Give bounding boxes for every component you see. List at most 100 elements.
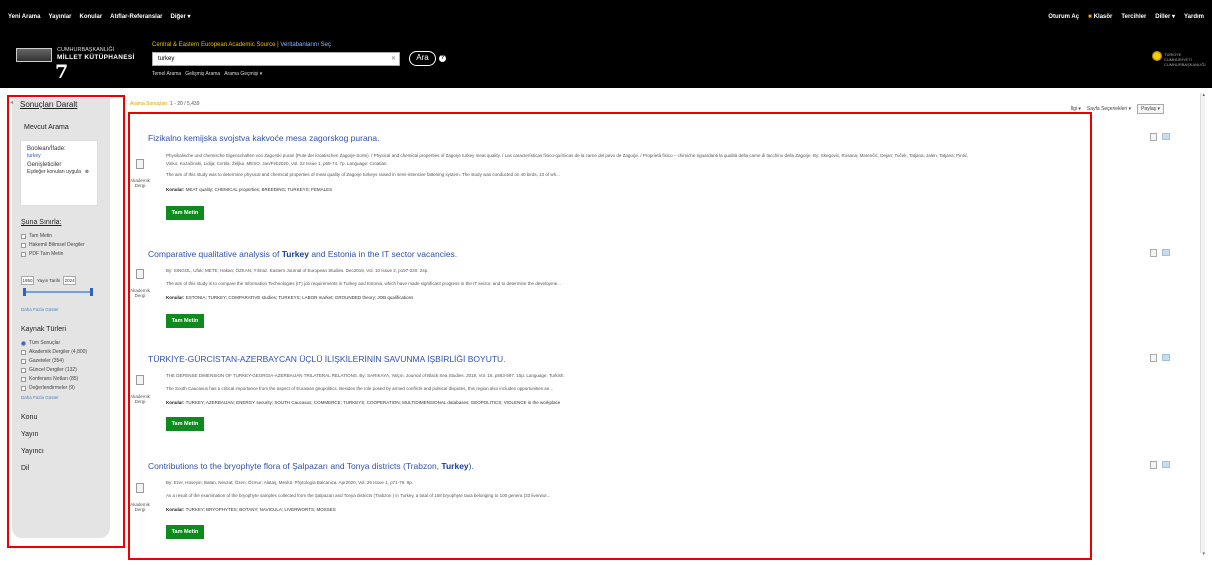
scroll-down-icon[interactable]: ▾	[1202, 551, 1205, 557]
logo-line2: MİLLET KÜTÜPHANESİ	[57, 54, 135, 61]
document-icon[interactable]	[136, 159, 144, 169]
full-text-button[interactable]: Tam Metin	[166, 417, 204, 431]
search-row: turkey ✕ Ara ?	[152, 51, 446, 66]
result-abstract: As a result of the examination of the br…	[166, 493, 551, 498]
logo-text: CUMHURBAŞKANLIĞI MİLLET KÜTÜPHANESİ	[57, 47, 135, 62]
result-action-icons	[1150, 133, 1170, 141]
result-title-link[interactable]: TÜRKİYE-GÜRCİSTAN-AZERBAYCAN ÜÇLÜ İLİŞKİ…	[148, 354, 506, 364]
presidency-seal-icon	[1152, 51, 1162, 61]
result-subjects-text: MEAT quality; CHEMICAL properties; BREED…	[185, 187, 333, 192]
seal-text: TÜRKİYE CUMHURİYETİ CUMHURBAŞKANLIĞI	[1164, 52, 1206, 67]
nav-citations[interactable]: Atıflar-Referanslar	[110, 14, 162, 20]
sort-relevance-menu[interactable]: İlgi ▾	[1071, 106, 1081, 112]
document-icon[interactable]	[136, 483, 144, 493]
result-action-icons	[1150, 354, 1170, 362]
result-subjects-text: ESTONIA; TURKEY; COMPARATIVE studies; TU…	[185, 295, 414, 300]
results-label: Arama Sonuçları:	[130, 101, 169, 107]
result-subjects-text: TURKEY; AZERBAIJAN; ENERGY security; SOU…	[185, 400, 561, 405]
scroll-up-icon[interactable]: ▴	[1202, 92, 1205, 98]
doc-type-label: Akademik Dergi	[130, 502, 150, 512]
result-title-link[interactable]: Fizikalno kemijska svojstva kakvoće mesa…	[148, 133, 380, 143]
clear-icon[interactable]: ✕	[391, 55, 396, 62]
title-part: and Estonia in the IT sector vacancies.	[308, 249, 458, 259]
basic-search-link[interactable]: Temel Arama	[152, 71, 181, 77]
search-button[interactable]: Ara	[409, 51, 436, 66]
search-input[interactable]: turkey ✕	[152, 51, 400, 66]
nav-subjects[interactable]: Konular	[79, 14, 102, 20]
result-meta: Physikalische und chemische Eigenschafte…	[166, 153, 969, 158]
search-input-value: turkey	[158, 55, 175, 62]
result-action-icons	[1150, 249, 1170, 257]
search-mode-links: Temel Arama Gelişmiş Arama Arama Geçmişi…	[152, 71, 446, 77]
result-abstract: The aim of this study was to determine p…	[166, 172, 560, 177]
title-highlight: Turkey	[281, 249, 309, 259]
document-icon[interactable]	[136, 375, 144, 385]
preferences-link[interactable]: Tercihler	[1121, 14, 1146, 20]
choose-databases-link[interactable]: Veritabanlarını Seç	[280, 42, 331, 48]
annotation-label-6: 6	[931, 59, 945, 81]
help-icon[interactable]: ?	[439, 55, 446, 62]
result-subjects: Konular: ESTONIA; TURKEY; COMPARATIVE st…	[166, 295, 414, 300]
top-navigation-bar: Yeni Arama Yayınlar Konular Atıflar-Refe…	[0, 0, 1212, 33]
result-action-icons	[1150, 461, 1170, 469]
result-abstract: The South Caucasus has a critical import…	[166, 386, 553, 391]
help-link[interactable]: Yardım	[1184, 14, 1204, 20]
nav-new-search[interactable]: Yeni Arama	[8, 14, 40, 20]
result-meta: THE DEFENSE DIMENSION OF TURKEY-GEORGIA-…	[166, 373, 565, 378]
full-text-button[interactable]: Tam Metin	[166, 314, 204, 328]
top-nav-left: Yeni Arama Yayınlar Konular Atıflar-Refe…	[8, 13, 191, 21]
search-area: Central & Eastern European Academic Sour…	[152, 42, 446, 77]
languages-menu[interactable]: Diller ▾	[1155, 13, 1175, 20]
result-meta: Vinko; Kozačinski, Lidija; Cvrtila, Želj…	[166, 161, 388, 166]
document-icon[interactable]	[136, 269, 144, 279]
result-title-link[interactable]: Comparative qualitative analysis of Turk…	[148, 249, 457, 259]
folder-link[interactable]: ■ Klasör	[1088, 14, 1112, 20]
doc-type-label: Akademik Dergi	[130, 394, 150, 404]
results-range: 1 - 20 / 5,439	[170, 101, 200, 107]
title-part: ).	[468, 461, 474, 471]
preview-icon[interactable]	[1150, 354, 1157, 362]
logo-line1: CUMHURBAŞKANLIĞI	[57, 47, 115, 53]
nav-more[interactable]: Diğer ▾	[171, 13, 191, 20]
preview-icon[interactable]	[1150, 249, 1157, 257]
add-to-folder-icon[interactable]	[1162, 461, 1170, 468]
full-text-button[interactable]: Tam Metin	[166, 206, 204, 220]
preview-icon[interactable]	[1150, 461, 1157, 469]
title-part: Comparative qualitative analysis of	[148, 249, 282, 259]
preview-icon[interactable]	[1150, 133, 1157, 141]
add-to-folder-icon[interactable]	[1162, 133, 1170, 140]
add-to-folder-icon[interactable]	[1162, 249, 1170, 256]
database-name: Central & Eastern European Academic Sour…	[152, 42, 276, 48]
top-nav-right: Oturum Aç ■ Klasör Tercihler Diller ▾ Yar…	[1048, 13, 1204, 21]
result-subjects-text: TURKEY; BRYOPHYTES; BOTANY; NAVICULA; LI…	[185, 507, 336, 512]
page-options-menu[interactable]: Sayfa Seçenekleri ▾	[1087, 106, 1131, 112]
sign-in-link[interactable]: Oturum Aç	[1048, 14, 1079, 20]
result-abstract: The aim of this study is to compare the …	[166, 281, 562, 286]
add-to-folder-icon[interactable]	[1162, 354, 1170, 361]
result-subjects: Konular: MEAT quality; CHEMICAL properti…	[166, 187, 333, 192]
title-highlight: Turkey	[441, 461, 469, 471]
folder-label: Klasör	[1093, 13, 1113, 20]
doc-type-label: Akademik Dergi	[130, 288, 150, 298]
result-sort-options: İlgi ▾ Sayfa Seçenekleri ▾ Paylaş ▾	[1071, 104, 1164, 114]
result-subjects: Konular: TURKEY; BRYOPHYTES; BOTANY; NAV…	[166, 507, 336, 512]
annotation-box-sidebar	[7, 95, 125, 548]
results-scrollbar[interactable]	[1200, 93, 1205, 553]
annotation-label-7: 7	[55, 61, 69, 83]
result-subjects: Konular: TURKEY; AZERBAIJAN; ENERGY secu…	[166, 400, 561, 405]
doc-type-label: Akademik Dergi	[130, 178, 150, 188]
nav-publications[interactable]: Yayınlar	[48, 14, 71, 20]
database-line: Central & Eastern European Academic Sour…	[152, 42, 332, 48]
advanced-search-link[interactable]: Gelişmiş Arama	[185, 71, 220, 77]
library-building-icon	[16, 47, 52, 62]
folder-icon: ■	[1088, 13, 1092, 20]
result-meta: By: Ezer, Hüseyin; Batan, Nevzat; Özen, …	[166, 480, 413, 485]
library-logo[interactable]: CUMHURBAŞKANLIĞI MİLLET KÜTÜPHANESİ	[16, 47, 135, 62]
search-header: CUMHURBAŞKANLIĞI MİLLET KÜTÜPHANESİ Cent…	[0, 33, 1212, 88]
result-title-link[interactable]: Contributions to the bryophyte flora of …	[148, 461, 474, 471]
full-text-button[interactable]: Tam Metin	[166, 525, 204, 539]
share-button[interactable]: Paylaş ▾	[1137, 104, 1164, 114]
title-part: Contributions to the bryophyte flora of …	[148, 461, 442, 471]
results-count: Arama Sonuçları: 1 - 20 / 5,439	[130, 101, 200, 107]
search-history-link[interactable]: Arama Geçmişi ▾	[224, 71, 262, 77]
